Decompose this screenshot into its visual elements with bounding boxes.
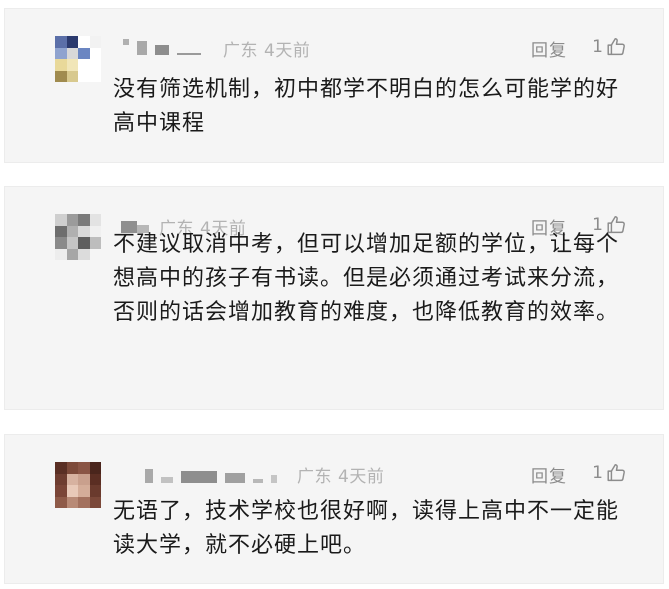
- thumbs-up-icon: [607, 38, 625, 56]
- comments-page: 广东 4天前 回复 1 没有筛选机制，初中都学不明白的怎么可能学的好高中课程 广东…: [0, 0, 669, 589]
- reply-button[interactable]: 回复: [531, 36, 567, 61]
- username-blurred[interactable]: [145, 467, 277, 483]
- comment-meta: 广东 4天前: [297, 462, 384, 487]
- comment-card: 广东 4天前 回复 1 没有筛选机制，初中都学不明白的怎么可能学的好高中课程: [4, 8, 664, 163]
- like-button[interactable]: 1: [592, 36, 627, 58]
- comment-text: 无语了，技术学校也很好啊，读得上高中不一定能读大学，就不必硬上吧。: [113, 499, 620, 558]
- avatar[interactable]: [55, 214, 101, 260]
- username-blurred[interactable]: [123, 39, 201, 55]
- comment-text: 没有筛选机制，初中都学不明白的怎么可能学的好高中课程: [113, 77, 620, 136]
- comment-meta: 广东 4天前: [223, 36, 310, 61]
- like-button[interactable]: 1: [592, 462, 627, 484]
- avatar[interactable]: [55, 462, 101, 508]
- time-text: 4天前: [338, 467, 385, 487]
- location-text: 广东: [223, 41, 258, 61]
- comment-card: 广东 4天前 回复 1 无语了，技术学校也很好啊，读得上高中不一定能读大学，就不必…: [4, 434, 664, 584]
- thumbs-up-icon: [607, 464, 625, 482]
- reply-button[interactable]: 回复: [531, 462, 567, 487]
- location-text: 广东: [297, 467, 332, 487]
- comment-text: 不建议取消中考，但可以增加足额的学位，让每个想高中的孩子有书读。但是必须通过考试…: [113, 232, 620, 325]
- like-count: 1: [592, 37, 603, 57]
- time-text: 4天前: [264, 41, 311, 61]
- avatar[interactable]: [55, 36, 101, 82]
- comment-card: 广东 4天前 回复 1 不建议取消中考，但可以增加足额的学位，让每个想高中的孩子有…: [4, 186, 664, 410]
- like-count: 1: [592, 463, 603, 483]
